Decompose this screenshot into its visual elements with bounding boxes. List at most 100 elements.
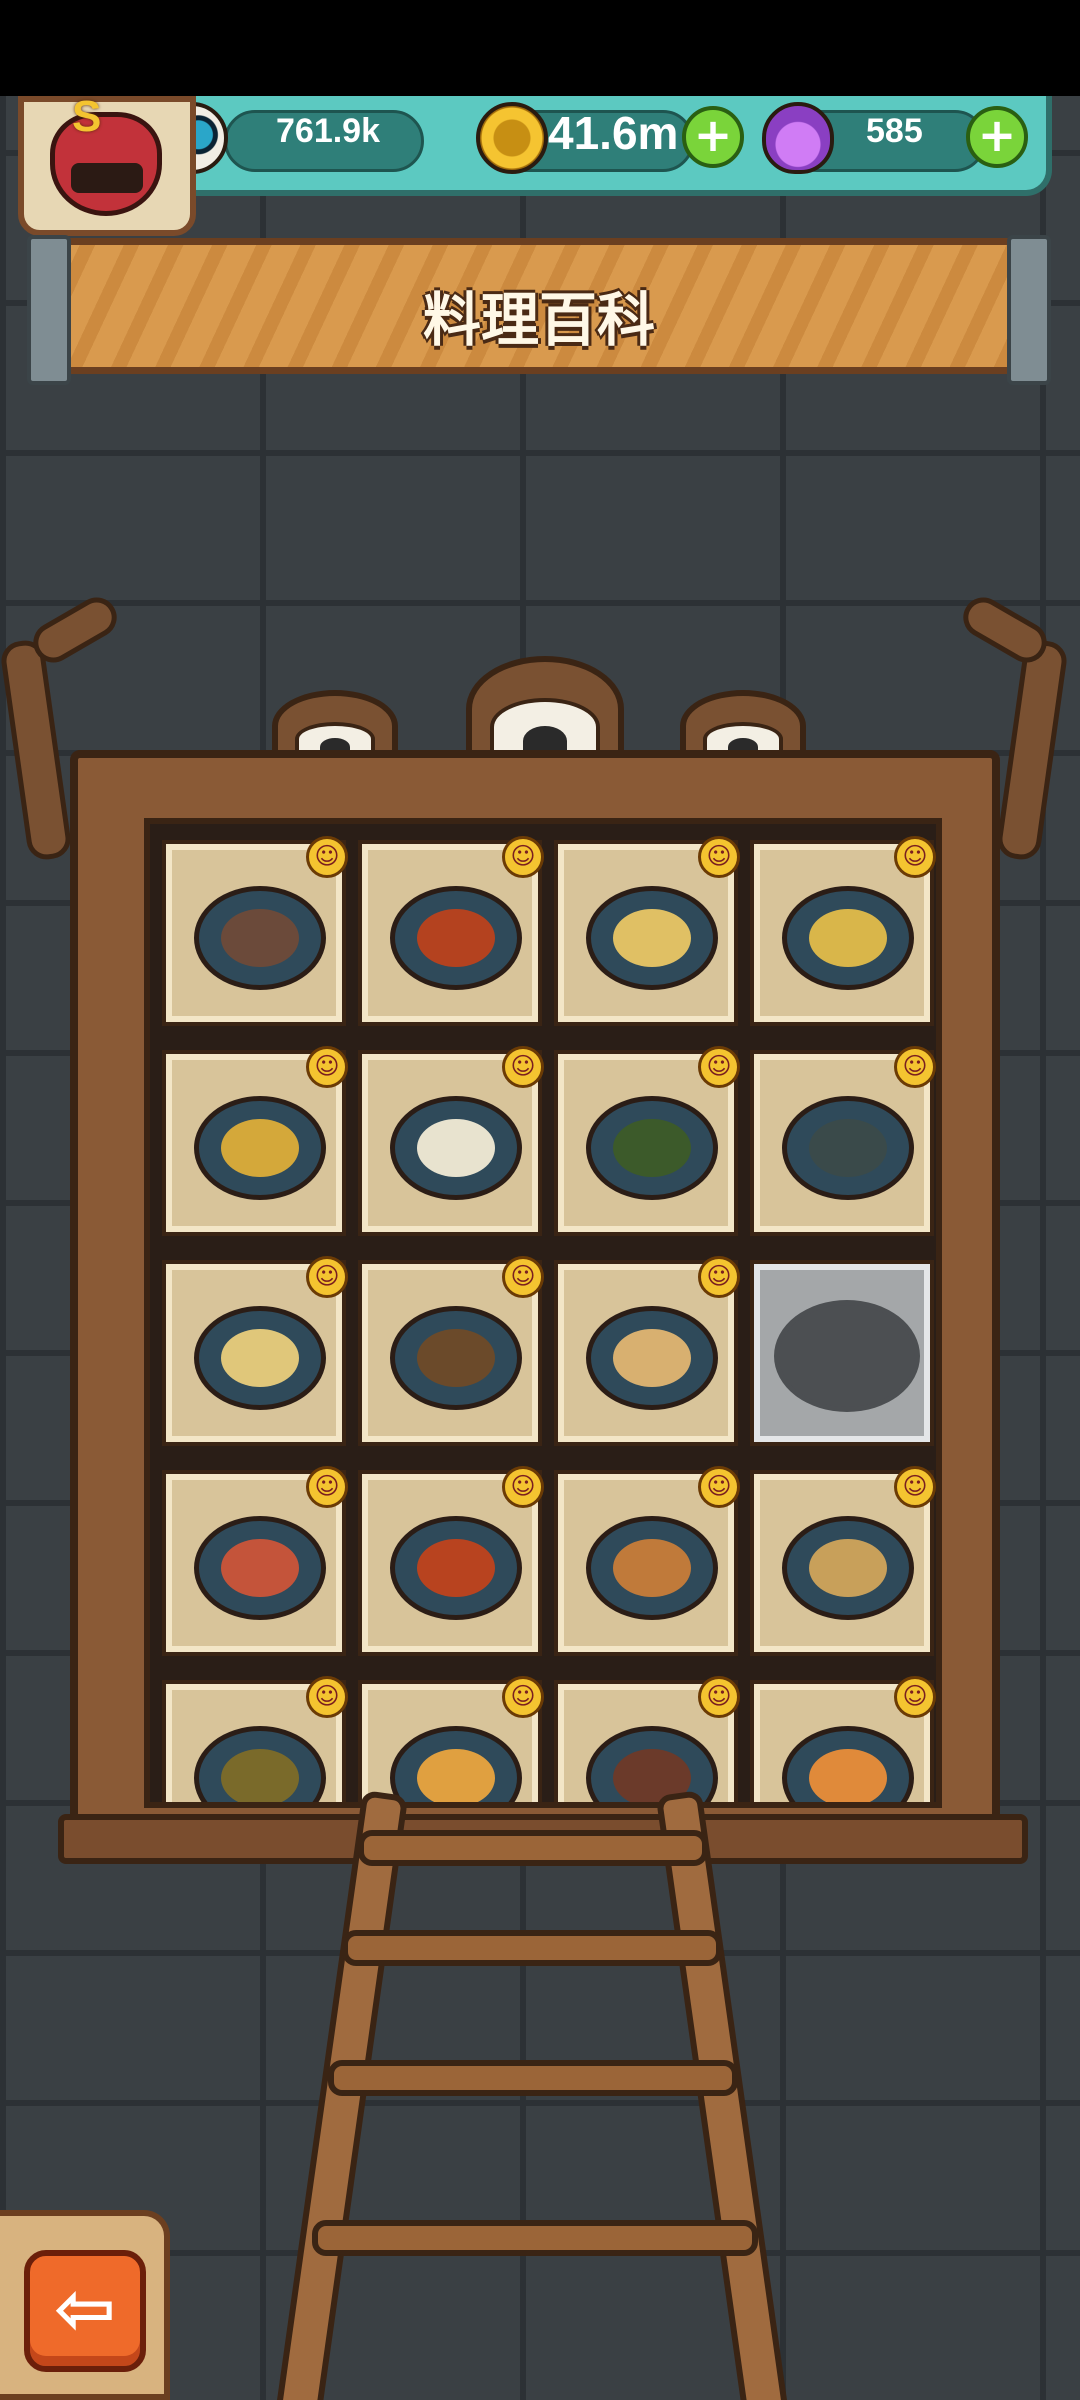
food-icon (417, 1119, 495, 1177)
crown-face-icon: ☺ (502, 1676, 544, 1718)
food-icon (809, 909, 887, 967)
food-icon (613, 909, 691, 967)
recipe-tile[interactable]: ☺ (558, 1466, 740, 1652)
potion-icon (762, 102, 834, 174)
crown-face-icon: ☺ (306, 1466, 348, 1508)
seafood-pot-icon (782, 886, 914, 990)
page-title: 料理百科 (422, 286, 655, 354)
add-coins-button[interactable]: + (682, 106, 744, 168)
back-button[interactable]: ⇦ (24, 2250, 146, 2372)
bread-roll-icon (390, 1096, 522, 1200)
title-plank: 料理百科 (27, 235, 1051, 385)
crab-plate-icon (194, 1516, 326, 1620)
recipe-tile[interactable]: ☺ (754, 836, 936, 1022)
food-icon (221, 1539, 299, 1597)
recipe-tile[interactable]: ☺ (558, 1676, 740, 1802)
pancake-stack-icon (390, 1726, 522, 1802)
crown-face-icon: ☺ (306, 1046, 348, 1088)
crown-face-icon: ☺ (502, 1046, 544, 1088)
recipe-tile[interactable]: ☺ (362, 1676, 544, 1802)
pizza-pan-icon (586, 1516, 718, 1620)
recipe-tile[interactable]: ☺ (166, 1256, 348, 1442)
monster-face-icon (50, 112, 162, 216)
monster-left-arm (0, 638, 74, 862)
recipe-tile[interactable]: ☺ (754, 1676, 936, 1802)
soup-bowl-icon (782, 1726, 914, 1802)
recipe-tile[interactable]: ☺ (166, 1466, 348, 1652)
food-icon (417, 1749, 495, 1802)
crown-face-icon: ☺ (502, 1466, 544, 1508)
monster-eye-icon (466, 656, 624, 762)
food-icon (221, 909, 299, 967)
crawfish-plate-icon (390, 1516, 522, 1620)
recipe-tile[interactable]: ☺ (166, 1046, 348, 1232)
rank-letter: S (72, 92, 102, 141)
egg-rolls-icon (194, 1306, 326, 1410)
fried-rice-bowl-icon (586, 1306, 718, 1410)
crown-face-icon: ☺ (306, 1676, 348, 1718)
crown-face-icon: ☺ (698, 1046, 740, 1088)
crown-face-icon: ☺ (698, 836, 740, 878)
food-icon (809, 1749, 887, 1802)
recipe-cabinet: ☺ ☺ ☺ ☺ ☺ ☺ ☺ ☺ ☺ ☺ ☺ ☺ ☺ ☺ ☺ ☺ ☺ ☺ ☺ (58, 750, 1028, 1864)
crown-face-icon: ☺ (306, 1256, 348, 1298)
crown-face-icon: ☺ (502, 836, 544, 878)
pepper-stirfry-icon (194, 1726, 326, 1802)
ladder-rung (358, 1830, 708, 1866)
food-icon (809, 1539, 887, 1597)
food-icon (613, 1119, 691, 1177)
recipe-tile[interactable]: ☺ (558, 836, 740, 1022)
food-icon (613, 1539, 691, 1597)
crown-face-icon: ☺ (894, 1676, 936, 1718)
potion-value: 585 (866, 112, 923, 150)
vegetable-salad-icon (194, 1096, 326, 1200)
recipe-tile-locked[interactable] (754, 1264, 930, 1442)
recipe-tile[interactable]: ☺ (362, 1256, 544, 1442)
monster-right-arm (994, 638, 1070, 862)
skewers-tray-icon (390, 1306, 522, 1410)
locked-dish-icon (774, 1300, 920, 1412)
recipe-tile[interactable]: ☺ (362, 1466, 544, 1652)
add-potions-button[interactable]: + (966, 106, 1028, 168)
food-icon (417, 909, 495, 967)
food-icon (221, 1119, 299, 1177)
coin-value: 41.6m (548, 107, 679, 159)
crown-face-icon: ☺ (894, 1046, 936, 1088)
crown-face-icon: ☺ (698, 1256, 740, 1298)
stuffed-buns-icon (782, 1096, 914, 1200)
recipe-tile[interactable]: ☺ (558, 1256, 740, 1442)
crown-face-icon: ☺ (894, 1466, 936, 1508)
ladder-rung (312, 2220, 758, 2256)
resource-bar: 761.9k 41.6m + 585 + (156, 96, 1052, 196)
player-avatar[interactable]: S (18, 92, 196, 236)
crown-face-icon: ☺ (894, 836, 936, 878)
sliced-meat-platter-icon (194, 886, 326, 990)
rice-dish-icon (586, 886, 718, 990)
seaweed-squares-icon (586, 1096, 718, 1200)
monster-mouth (71, 163, 143, 193)
coin-icon (476, 102, 548, 174)
crown-face-icon: ☺ (306, 836, 348, 878)
eyeball-value: 761.9k (276, 112, 380, 150)
food-icon (417, 1329, 495, 1387)
recipe-tile[interactable]: ☺ (166, 1676, 348, 1802)
food-icon (417, 1539, 495, 1597)
ladder-rung (328, 2060, 738, 2096)
recipe-tile[interactable]: ☺ (558, 1046, 740, 1232)
food-icon (613, 1329, 691, 1387)
recipe-tile[interactable]: ☺ (166, 836, 348, 1022)
recipe-tile[interactable]: ☺ (754, 1046, 936, 1232)
recipe-tile[interactable]: ☺ (362, 1046, 544, 1232)
monster-right-hand (956, 590, 1054, 670)
crown-face-icon: ☺ (698, 1676, 740, 1718)
status-bar (0, 0, 1080, 96)
crown-face-icon: ☺ (698, 1466, 740, 1508)
ladder-rung (342, 1930, 722, 1966)
recipe-tile[interactable]: ☺ (754, 1466, 936, 1652)
food-icon (221, 1749, 299, 1802)
arrow-left-icon: ⇦ (53, 2266, 116, 2352)
recipe-grid[interactable]: ☺ ☺ ☺ ☺ ☺ ☺ ☺ ☺ ☺ ☺ ☺ ☺ ☺ ☺ ☺ ☺ ☺ ☺ ☺ (144, 818, 942, 1808)
recipe-tile[interactable]: ☺ (362, 836, 544, 1022)
crown-face-icon: ☺ (502, 1256, 544, 1298)
chili-chicken-icon (390, 886, 522, 990)
